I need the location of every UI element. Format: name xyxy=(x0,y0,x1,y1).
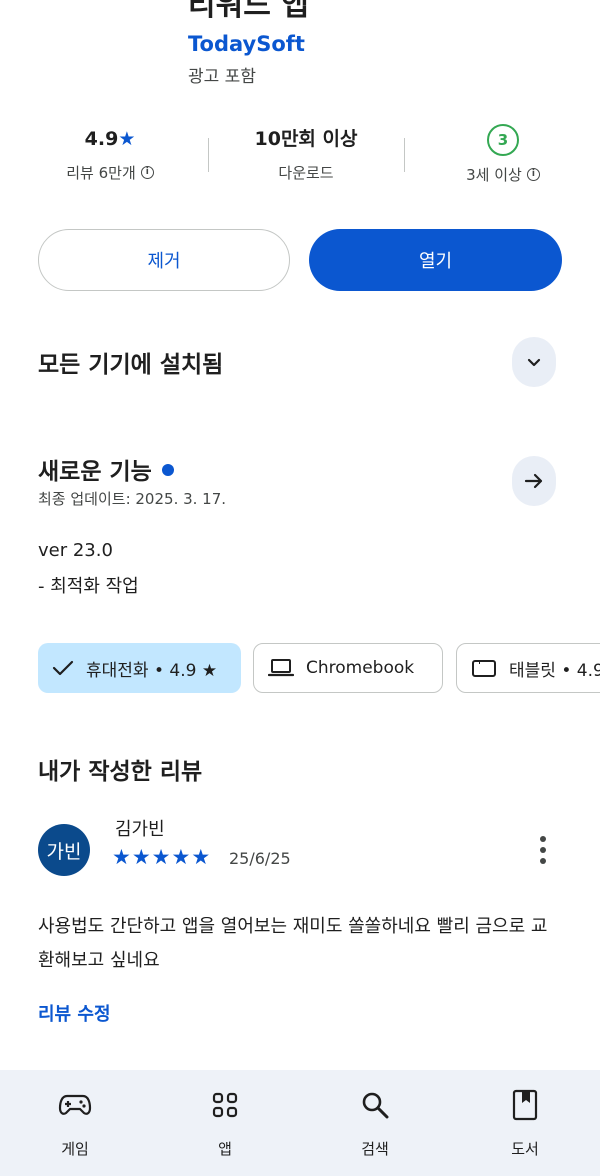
star-icon: ★ xyxy=(131,845,151,869)
app-stats: 4.9★ 리뷰 6만개 i 10만회 이상 다운로드 3 3세 이상 i xyxy=(0,120,600,190)
more-options-button[interactable] xyxy=(530,832,556,868)
star-icon: ★ xyxy=(151,845,171,869)
remove-button[interactable]: 제거 xyxy=(38,229,290,291)
edit-review-link[interactable]: 리뷰 수정 xyxy=(38,1000,111,1026)
search-icon xyxy=(362,1092,389,1119)
review-text: 사용법도 간단하고 앱을 열어보는 재미도 쏠쏠하네요 빨리 금으로 교환해보고… xyxy=(38,916,548,971)
content-rating-label: 3세 이상 xyxy=(466,165,522,184)
downloads-value: 10만회 이상 xyxy=(254,128,358,150)
device-chip-tablet[interactable]: 태블릿 • 4.9 xyxy=(456,643,600,693)
book-icon xyxy=(512,1089,538,1121)
whats-new-title: 새로운 기능 xyxy=(38,459,152,485)
chevron-down-icon xyxy=(527,358,541,367)
laptop-icon xyxy=(268,659,294,677)
review-date: 25/6/25 xyxy=(229,849,291,868)
gamepad-icon xyxy=(58,1094,92,1115)
app-title: 리워드 앱 xyxy=(188,0,309,23)
star-icon: ★ xyxy=(112,845,131,869)
developer-link[interactable]: TodaySoft xyxy=(188,32,305,56)
chip-label: Chromebook xyxy=(306,658,415,678)
rating-stat[interactable]: 4.9★ 리뷰 6만개 i xyxy=(10,120,210,186)
reviewer-name: 김가빈 xyxy=(115,819,165,840)
nav-label: 도서 xyxy=(511,1140,539,1158)
whats-new-arrow-button[interactable] xyxy=(512,456,556,506)
chip-label: 휴대전화 • 4.9 ★ xyxy=(86,660,218,681)
star-icon: ★ xyxy=(118,128,136,150)
nav-search[interactable]: 검색 xyxy=(300,1070,450,1176)
star-icon: ★ xyxy=(171,845,191,869)
open-button[interactable]: 열기 xyxy=(309,229,562,291)
content-rating-badge: 3 xyxy=(487,124,519,156)
nav-label: 검색 xyxy=(361,1140,389,1158)
rating-label: 리뷰 6만개 xyxy=(66,163,136,182)
update-note: - 최적화 작업 xyxy=(38,576,139,597)
info-icon: i xyxy=(526,167,540,181)
my-review-title: 내가 작성한 리뷰 xyxy=(38,759,203,785)
installed-devices-title: 모든 기기에 설치됨 xyxy=(38,352,224,378)
info-icon: i xyxy=(140,165,154,179)
version-text: ver 23.0 xyxy=(38,540,113,561)
nav-books[interactable]: 도서 xyxy=(450,1070,600,1176)
avatar: 가빈 xyxy=(38,824,90,876)
apps-grid-icon xyxy=(212,1092,238,1118)
device-chip-chromebook[interactable]: Chromebook xyxy=(253,643,443,693)
downloads-stat: 10만회 이상 다운로드 xyxy=(206,120,406,186)
downloads-label: 다운로드 xyxy=(278,163,334,182)
rating-value: 4.9 xyxy=(84,128,119,150)
ads-label: 광고 포함 xyxy=(188,67,256,87)
bottom-navigation: 게임 앱 검색 도서 xyxy=(0,1070,600,1176)
whats-new-header: 새로운 기능 xyxy=(38,452,174,486)
check-icon xyxy=(52,660,74,676)
device-chip-phone[interactable]: 휴대전화 • 4.9 ★ xyxy=(38,643,241,693)
arrow-right-icon xyxy=(524,473,543,489)
last-updated: 최종 업데이트: 2025. 3. 17. xyxy=(38,490,227,508)
chip-label: 태블릿 • 4.9 xyxy=(509,660,600,681)
star-icon: ★ xyxy=(191,845,211,869)
expand-button[interactable] xyxy=(512,337,556,387)
new-indicator-dot xyxy=(161,463,174,476)
nav-apps[interactable]: 앱 xyxy=(150,1070,300,1176)
nav-label: 앱 xyxy=(218,1140,232,1158)
nav-games[interactable]: 게임 xyxy=(0,1070,150,1176)
nav-label: 게임 xyxy=(61,1140,89,1158)
content-rating-stat[interactable]: 3 3세 이상 i xyxy=(403,120,600,188)
review-stars: ★ ★ ★ ★ ★ xyxy=(112,845,210,869)
tablet-icon xyxy=(472,660,496,677)
